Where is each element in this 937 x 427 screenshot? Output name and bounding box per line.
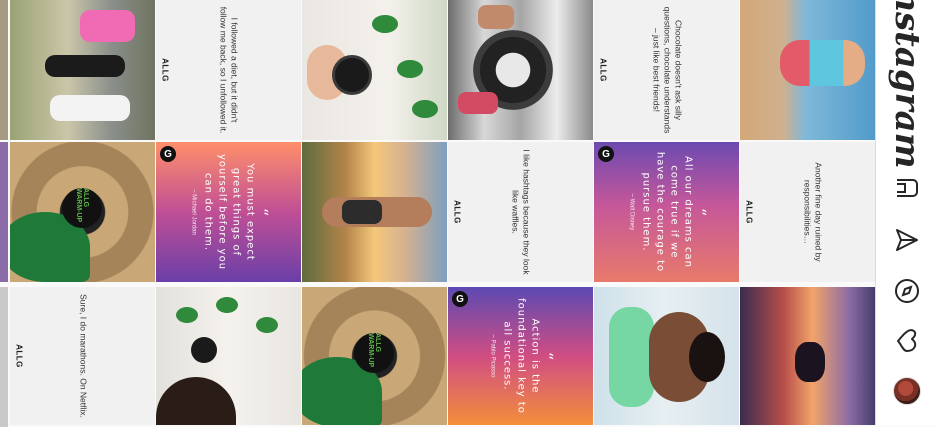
post-warmup-jar[interactable]: ALLG WARM-UP <box>302 287 447 425</box>
brand-mark: ALLG <box>744 200 753 224</box>
photo-figure <box>780 40 865 86</box>
product-label: ALLG WARM-UP <box>354 333 394 373</box>
photo-silhouette <box>795 342 825 382</box>
photo-figure <box>45 55 125 77</box>
post-caption-hashtags[interactable]: I like hashtags because they look like w… <box>448 142 593 282</box>
product-label: ALLG WARM-UP <box>62 188 102 228</box>
post-caption-diet[interactable]: I followed a diet, but it didn't follow … <box>156 0 301 140</box>
quote-author: – Walt Disney <box>628 193 635 231</box>
brand-mark: ALLG <box>452 200 461 224</box>
instagram-header: Instagram <box>875 0 937 425</box>
post-grid: Another fine day ruined by responsibilit… <box>0 0 885 427</box>
brand-mark: ALLG <box>160 58 169 82</box>
partial-post-edge <box>0 287 8 427</box>
post-caption-netflix[interactable]: Sure, I do marathons. On Netflix. ALLG <box>10 287 155 425</box>
photo-leaf <box>216 297 238 313</box>
post-quote-dreams[interactable]: G “ All our dreams can come true if we h… <box>594 142 739 282</box>
post-caption-tired[interactable]: Another fine day ruined by responsibilit… <box>740 142 885 282</box>
photo-jar <box>332 55 372 95</box>
instagram-logo[interactable]: Instagram <box>887 0 927 169</box>
partial-post-edge <box>0 0 8 140</box>
post-beach-stretch[interactable] <box>740 0 885 140</box>
home-icon[interactable] <box>893 174 921 202</box>
post-jar-plants[interactable] <box>302 0 447 140</box>
post-quote-action[interactable]: G “ Action is the foundational key to al… <box>448 287 593 425</box>
quote-text: All our dreams can come true if we have … <box>640 151 694 273</box>
photo-leaf <box>412 100 438 118</box>
direct-icon[interactable] <box>893 226 921 254</box>
photo-figure <box>80 10 135 42</box>
post-yoga-sunset[interactable] <box>302 142 447 282</box>
post-gym-tire[interactable] <box>448 0 593 140</box>
post-caption-chocolate[interactable]: Chocolate doesn't ask silly questions, c… <box>594 0 739 140</box>
post-walking-friends[interactable] <box>10 0 155 140</box>
photo-figure <box>458 92 498 114</box>
photo-jar <box>191 337 217 363</box>
photo-leaf <box>372 15 398 33</box>
photo-figure <box>50 95 130 121</box>
post-quote-expect[interactable]: G “ You must expect great things of your… <box>156 142 301 282</box>
photo-hair <box>156 377 236 425</box>
brand-mark: ALLG <box>14 344 23 368</box>
photo-figure <box>478 5 514 29</box>
post-plants-hair[interactable] <box>156 287 301 425</box>
quote-text: You must expect great things of yourself… <box>202 153 256 271</box>
post-sunset-yoga[interactable] <box>740 287 885 425</box>
post-warmup-jar-2[interactable]: ALLG WARM-UP <box>10 142 155 282</box>
brand-mark: ALLG <box>598 58 607 82</box>
quote-author: – Michael Jordan <box>190 189 197 235</box>
photo-top <box>342 200 382 224</box>
post-woman-portrait[interactable] <box>594 287 739 425</box>
photo-top <box>609 307 654 407</box>
photo-hair <box>689 332 725 382</box>
photo-leaf <box>397 60 423 78</box>
quote-open-mark: “ <box>537 351 557 361</box>
photo-leaf <box>256 317 278 333</box>
profile-avatar[interactable] <box>892 377 921 405</box>
photo-leaf <box>176 307 198 323</box>
partial-post-edge <box>0 142 8 282</box>
explore-icon[interactable] <box>893 277 921 305</box>
activity-icon[interactable] <box>893 327 921 355</box>
quote-open-mark: “ <box>690 207 710 217</box>
quote-text: Action is the foundational key to all su… <box>501 298 541 414</box>
quote-author: – Pablo Picasso <box>489 334 496 378</box>
quote-open-mark: “ <box>252 207 272 217</box>
